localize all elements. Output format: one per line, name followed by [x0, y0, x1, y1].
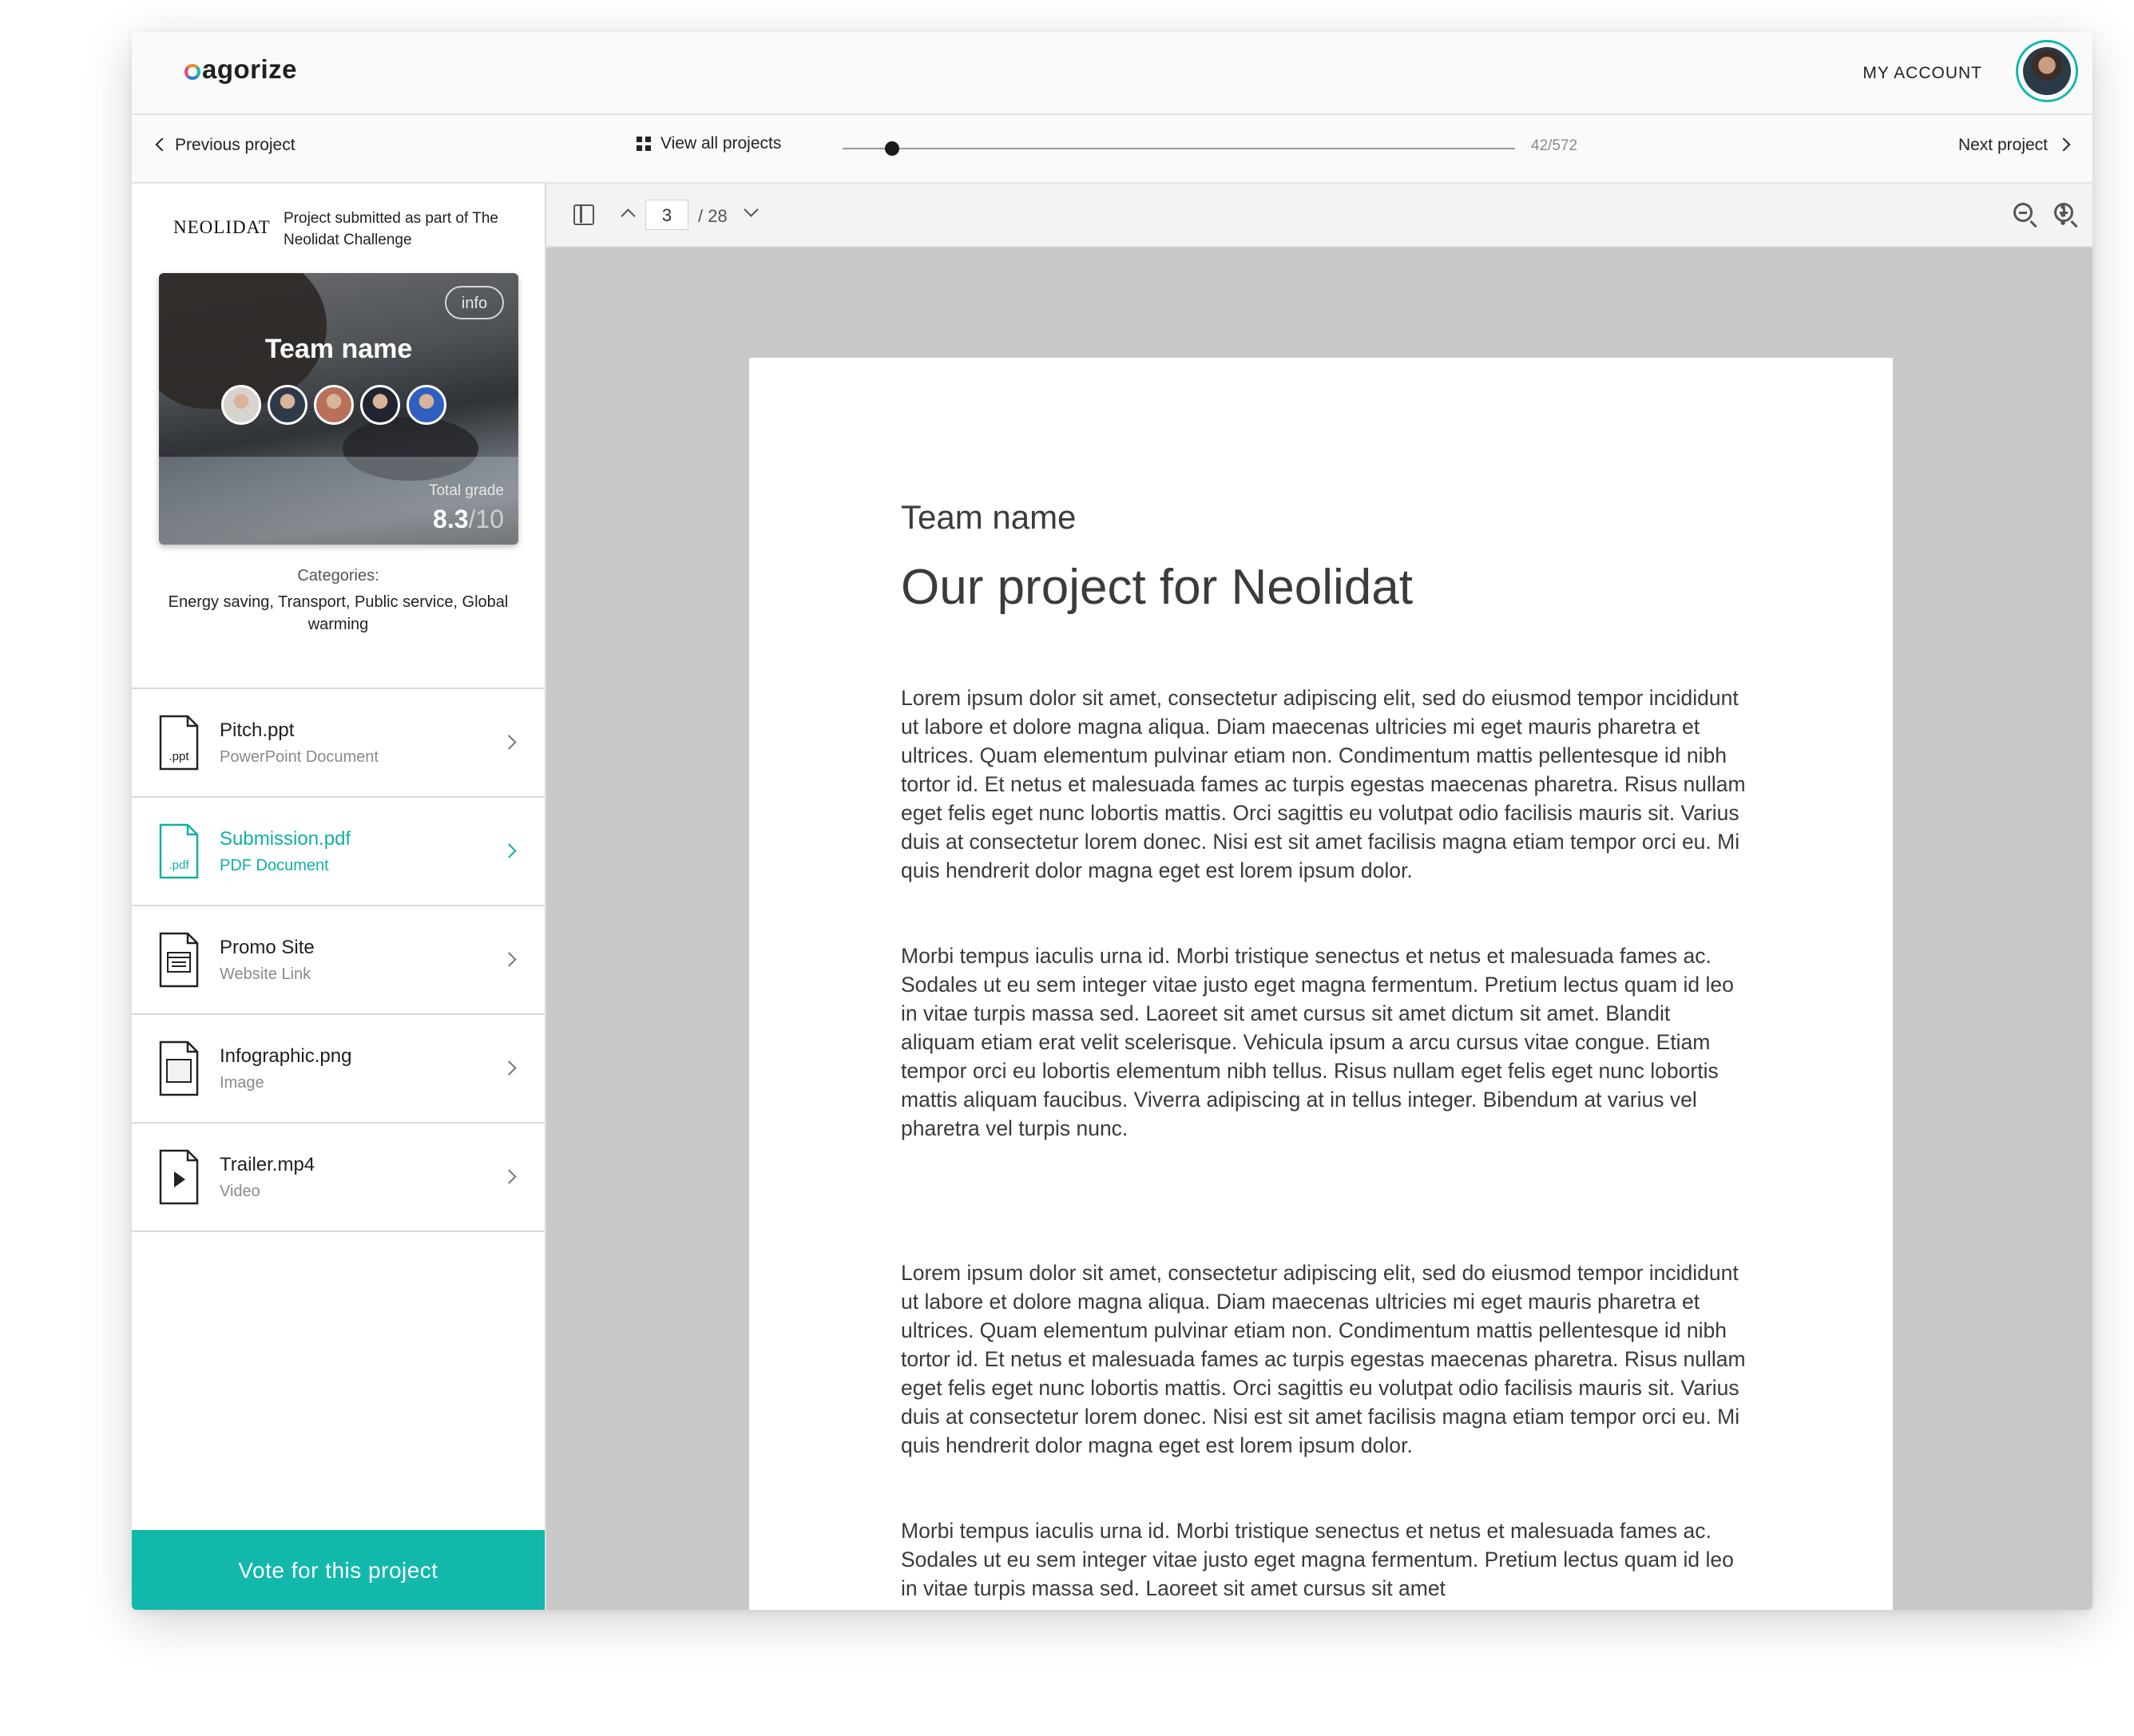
project-sidebar: NEOLIDAT Project submitted as part of Th… — [132, 184, 546, 1610]
project-navigation-bar: Previous project View all projects 42/57… — [132, 115, 2092, 184]
svg-text:.pdf: .pdf — [169, 858, 189, 872]
file-item[interactable]: .pdf Submission.pdf PDF Document — [132, 798, 545, 906]
file-type: Website Link — [220, 965, 311, 983]
website-file-icon — [159, 932, 199, 988]
chevron-right-icon — [502, 1060, 517, 1076]
pdf-file-icon: .pdf — [159, 823, 199, 879]
next-project-button[interactable]: Next project — [1957, 136, 2071, 155]
top-bar: agorize MY ACCOUNT — [132, 32, 2092, 115]
video-file-icon — [159, 1149, 199, 1205]
logo-ring-icon — [184, 64, 200, 80]
chevron-down-icon[interactable] — [744, 202, 759, 217]
grade-max: /10 — [468, 505, 504, 533]
categories-values: Energy saving, Transport, Public service… — [168, 593, 509, 633]
document-paragraph: Lorem ipsum dolor sit amet, consectetur … — [901, 686, 1746, 882]
image-file-icon — [159, 1040, 199, 1096]
file-item[interactable]: Promo Site Website Link — [132, 906, 545, 1015]
file-type: PDF Document — [220, 857, 329, 874]
team-members — [221, 385, 461, 426]
viewer-toolbar: 3 / 28 — [546, 184, 2092, 248]
toggle-sidebar-icon[interactable] — [573, 204, 594, 225]
document-paragraph: Lorem ipsum dolor sit amet, consectetur … — [901, 1261, 1746, 1457]
file-name: Promo Site — [220, 937, 315, 958]
file-type: Video — [220, 1183, 260, 1200]
team-member-avatar[interactable] — [314, 385, 354, 425]
avatar-photo-icon — [2023, 47, 2071, 95]
grid-icon — [637, 137, 651, 151]
total-grade-label: Total grade — [428, 482, 504, 499]
file-type: PowerPoint Document — [220, 748, 379, 766]
file-type: Image — [220, 1074, 264, 1092]
chevron-right-icon — [502, 735, 517, 750]
file-name: Trailer.mp4 — [220, 1154, 315, 1175]
app-window: agorize MY ACCOUNT Previous project View… — [132, 32, 2092, 1610]
slider-handle[interactable] — [884, 141, 899, 156]
page-total: / 28 — [698, 206, 728, 226]
project-progress-slider[interactable] — [843, 141, 1515, 156]
grade-score: 8.3 — [433, 505, 469, 533]
team-member-avatar[interactable] — [360, 385, 400, 425]
document-viewer: 3 / 28 Team name Our project for Neolida… — [546, 184, 2092, 1610]
team-member-avatar[interactable] — [407, 385, 446, 425]
challenge-submitted-text: Project submitted as part of The Neolida… — [284, 210, 498, 248]
agorize-logo[interactable]: agorize — [184, 54, 297, 85]
logo-text: agorize — [202, 54, 298, 84]
page-number-input[interactable]: 3 — [645, 200, 688, 230]
vote-button[interactable]: Vote for this project — [132, 1530, 545, 1610]
document-page: Team name Our project for Neolidat Lorem… — [749, 358, 1893, 1610]
ppt-file-icon: .ppt — [159, 715, 199, 771]
total-grade-value: 8.3/10 — [433, 505, 504, 534]
file-name: Pitch.ppt — [220, 719, 295, 741]
file-item[interactable]: .ppt Pitch.ppt PowerPoint Document — [132, 689, 545, 798]
user-avatar[interactable] — [2016, 40, 2078, 102]
document-paragraph: Morbi tempus iaculis urna id. Morbi tris… — [901, 1519, 1734, 1600]
categories-label: Categories: — [297, 567, 379, 585]
team-card: info Team name Total grade 8.3/10 — [159, 273, 518, 545]
project-progress-count: 42/572 — [1531, 137, 1578, 154]
file-item[interactable]: Infographic.png Image — [132, 1015, 545, 1124]
document-paragraph: Morbi tempus iaculis urna id. Morbi tris… — [901, 944, 1734, 1140]
team-member-avatar[interactable] — [268, 385, 307, 425]
file-name: Infographic.png — [220, 1045, 352, 1067]
svg-text:.ppt: .ppt — [169, 750, 189, 763]
zoom-out-icon[interactable] — [2013, 203, 2033, 222]
previous-project-button[interactable]: Previous project — [155, 136, 296, 155]
file-item[interactable]: Trailer.mp4 Video — [132, 1124, 545, 1232]
challenge-logo: NEOLIDAT — [173, 217, 271, 237]
team-name: Team name — [264, 334, 413, 364]
view-all-projects-button[interactable]: View all projects — [637, 134, 781, 153]
chevron-left-icon — [155, 137, 169, 152]
chevron-right-icon — [502, 843, 517, 858]
team-info-button[interactable]: info — [445, 286, 504, 319]
document-title: Our project for Neolidat — [901, 560, 1413, 615]
next-project-label: Next project — [1957, 136, 2048, 154]
chevron-right-icon — [2057, 137, 2071, 152]
chevron-right-icon — [502, 952, 517, 967]
view-all-projects-label: View all projects — [660, 134, 782, 153]
more-options-icon[interactable] — [2061, 203, 2065, 227]
team-member-avatar[interactable] — [221, 385, 261, 425]
document-team-name: Team name — [901, 498, 1077, 536]
file-list: .ppt Pitch.ppt PowerPoint Document .pdf … — [132, 688, 545, 1232]
my-account-link[interactable]: MY ACCOUNT — [1862, 64, 1982, 83]
file-name: Submission.pdf — [220, 828, 351, 850]
previous-project-label: Previous project — [175, 136, 296, 154]
chevron-right-icon — [502, 1169, 517, 1184]
chevron-up-icon[interactable] — [621, 208, 636, 224]
